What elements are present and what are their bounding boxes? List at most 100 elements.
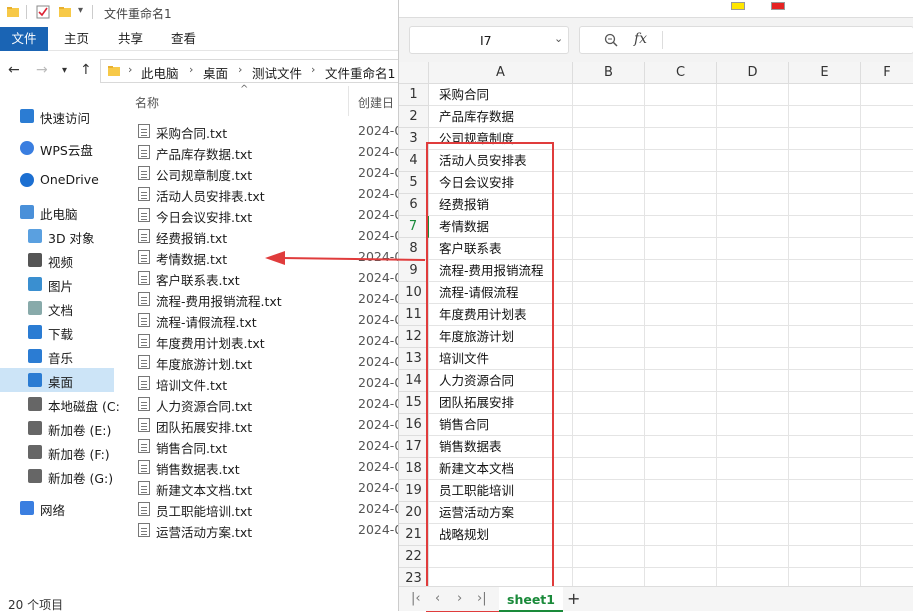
row-header[interactable]: 4 — [399, 150, 429, 172]
file-row[interactable]: 团队拓展安排.txt 2024-0 — [136, 415, 402, 436]
tab-home[interactable]: 主页 — [64, 27, 89, 51]
sheet-tab-sheet1[interactable]: sheet1 — [499, 587, 563, 612]
file-row[interactable]: 运营活动方案.txt 2024-0 — [136, 520, 402, 541]
customize-toolbar-icon[interactable]: ▾ — [78, 5, 83, 16]
row-header[interactable]: 12 — [399, 326, 429, 348]
sidebar-item-8[interactable]: 下载 — [0, 320, 114, 344]
breadcrumb-current-folder[interactable]: 文件重命名1 — [325, 63, 395, 82]
row-header[interactable]: 21 — [399, 524, 429, 546]
sidebar-item-9[interactable]: 音乐 — [0, 344, 114, 368]
new-folder-icon[interactable] — [58, 5, 72, 19]
file-row[interactable]: 产品库存数据.txt 2024-0 — [136, 142, 402, 163]
row-header[interactable]: 16 — [399, 414, 429, 436]
file-row[interactable]: 考情数据.txt 2024-0 — [136, 247, 402, 268]
row-header[interactable]: 20 — [399, 502, 429, 524]
row-header[interactable]: 11 — [399, 304, 429, 326]
file-row[interactable]: 流程-请假流程.txt 2024-0 — [136, 310, 402, 331]
file-row[interactable]: 人力资源合同.txt 2024-0 — [136, 394, 402, 415]
file-date: 2024-0 — [358, 417, 403, 432]
worksheet-grid[interactable]: ABCDEF 1 2 3 4 5 6 7 8 9 10 11 12 13 14 15 16 17 18 19 20 21… — [399, 62, 913, 612]
sidebar-item-10[interactable]: 桌面 — [0, 368, 114, 392]
row-header[interactable]: 14 — [399, 370, 429, 392]
row-header[interactable]: 10 — [399, 282, 429, 304]
column-header-created[interactable]: 创建日 — [358, 94, 394, 111]
file-row[interactable]: 公司规章制度.txt 2024-0 — [136, 163, 402, 184]
file-row[interactable]: 新建文本文档.txt 2024-0 — [136, 478, 402, 499]
last-sheet-icon[interactable]: ›| — [477, 591, 487, 606]
column-header-name[interactable]: 名称 — [135, 94, 159, 111]
forward-button[interactable]: → — [36, 62, 48, 78]
sidebar-item-0[interactable]: 快速访问 — [0, 104, 114, 128]
address-input[interactable]: › 此电脑 › 桌面 › 测试文件 › 文件重命名1 — [100, 59, 398, 83]
tab-view[interactable]: 查看 — [171, 27, 196, 51]
row-header[interactable]: 19 — [399, 480, 429, 502]
column-header-E[interactable]: E — [789, 62, 861, 84]
select-all-corner[interactable] — [399, 62, 429, 84]
file-row[interactable]: 销售合同.txt 2024-0 — [136, 436, 402, 457]
file-row[interactable]: 今日会议安排.txt 2024-0 — [136, 205, 402, 226]
row-header[interactable]: 17 — [399, 436, 429, 458]
back-button[interactable]: ← — [8, 62, 20, 78]
row-header[interactable]: 1 — [399, 84, 429, 106]
file-row[interactable]: 培训文件.txt 2024-0 — [136, 373, 402, 394]
row-header[interactable]: 13 — [399, 348, 429, 370]
recent-locations-icon[interactable]: ▾ — [62, 65, 67, 76]
add-sheet-button[interactable]: + — [567, 589, 580, 608]
tab-file[interactable]: 文件 — [0, 27, 48, 51]
up-button[interactable]: ↑ — [80, 62, 92, 78]
column-header-B[interactable]: B — [573, 62, 645, 84]
file-name: 销售数据表.txt — [156, 462, 240, 477]
formula-bar[interactable]: fx — [579, 26, 913, 54]
sidebar-item-2[interactable]: OneDrive — [0, 168, 114, 192]
file-row[interactable]: 活动人员安排表.txt 2024-0 — [136, 184, 402, 205]
file-row[interactable]: 年度旅游计划.txt 2024-0 — [136, 352, 402, 373]
column-header-A[interactable]: A — [429, 62, 573, 84]
row-header[interactable]: 5 — [399, 172, 429, 194]
row-header[interactable]: 15 — [399, 392, 429, 414]
sidebar-item-13[interactable]: 新加卷 (F:) — [0, 440, 114, 464]
prev-sheet-icon[interactable]: ‹ — [435, 591, 440, 606]
sidebar-item-4[interactable]: 3D 对象 — [0, 224, 114, 248]
tab-share[interactable]: 共享 — [118, 27, 143, 51]
file-row[interactable]: 员工职能培训.txt 2024-0 — [136, 499, 402, 520]
file-row[interactable]: 销售数据表.txt 2024-0 — [136, 457, 402, 478]
column-header-F[interactable]: F — [861, 62, 913, 84]
sidebar-item-12[interactable]: 新加卷 (E:) — [0, 416, 114, 440]
row-header[interactable]: 9 — [399, 260, 429, 282]
row-header[interactable]: 22 — [399, 546, 429, 568]
name-box[interactable]: I7 ⌄ — [409, 26, 569, 54]
row-header[interactable]: 18 — [399, 458, 429, 480]
row-header[interactable]: 6 — [399, 194, 429, 216]
properties-icon[interactable] — [36, 5, 50, 19]
file-row[interactable]: 经费报销.txt 2024-0 — [136, 226, 402, 247]
sidebar-item-3[interactable]: 此电脑 — [0, 200, 114, 224]
sidebar-item-5[interactable]: 视频 — [0, 248, 114, 272]
chevron-down-icon[interactable]: ⌄ — [554, 32, 563, 45]
row-header[interactable]: 7 — [399, 216, 429, 238]
cell-a[interactable]: 产品库存数据 — [439, 106, 514, 128]
row-header[interactable]: 8 — [399, 238, 429, 260]
breadcrumb-test-files[interactable]: 测试文件 — [252, 63, 302, 82]
breadcrumb-this-pc[interactable]: 此电脑 — [141, 63, 179, 82]
next-sheet-icon[interactable]: › — [457, 591, 462, 606]
file-row[interactable]: 采购合同.txt 2024-0 — [136, 121, 402, 142]
sidebar-item-15[interactable]: 网络 — [0, 496, 114, 520]
cell-a[interactable]: 采购合同 — [439, 84, 489, 106]
file-row[interactable]: 客户联系表.txt 2024-0 — [136, 268, 402, 289]
row-header[interactable]: 3 — [399, 128, 429, 150]
column-header-D[interactable]: D — [717, 62, 789, 84]
file-row[interactable]: 流程-费用报销流程.txt 2024-0 — [136, 289, 402, 310]
sidebar-item-14[interactable]: 新加卷 (G:) — [0, 464, 114, 488]
sidebar-item-11[interactable]: 本地磁盘 (C: — [0, 392, 120, 416]
sidebar-item-7[interactable]: 文档 — [0, 296, 114, 320]
zoom-icon[interactable] — [604, 33, 619, 48]
breadcrumb-desktop[interactable]: 桌面 — [203, 63, 228, 82]
function-icon[interactable]: fx — [634, 31, 647, 47]
sidebar-item-1[interactable]: WPS云盘 — [0, 136, 114, 160]
column-header-C[interactable]: C — [645, 62, 717, 84]
first-sheet-icon[interactable]: |‹ — [411, 591, 421, 606]
file-date: 2024-0 — [358, 438, 403, 453]
sidebar-item-6[interactable]: 图片 — [0, 272, 114, 296]
file-row[interactable]: 年度费用计划表.txt 2024-0 — [136, 331, 402, 352]
row-header[interactable]: 2 — [399, 106, 429, 128]
